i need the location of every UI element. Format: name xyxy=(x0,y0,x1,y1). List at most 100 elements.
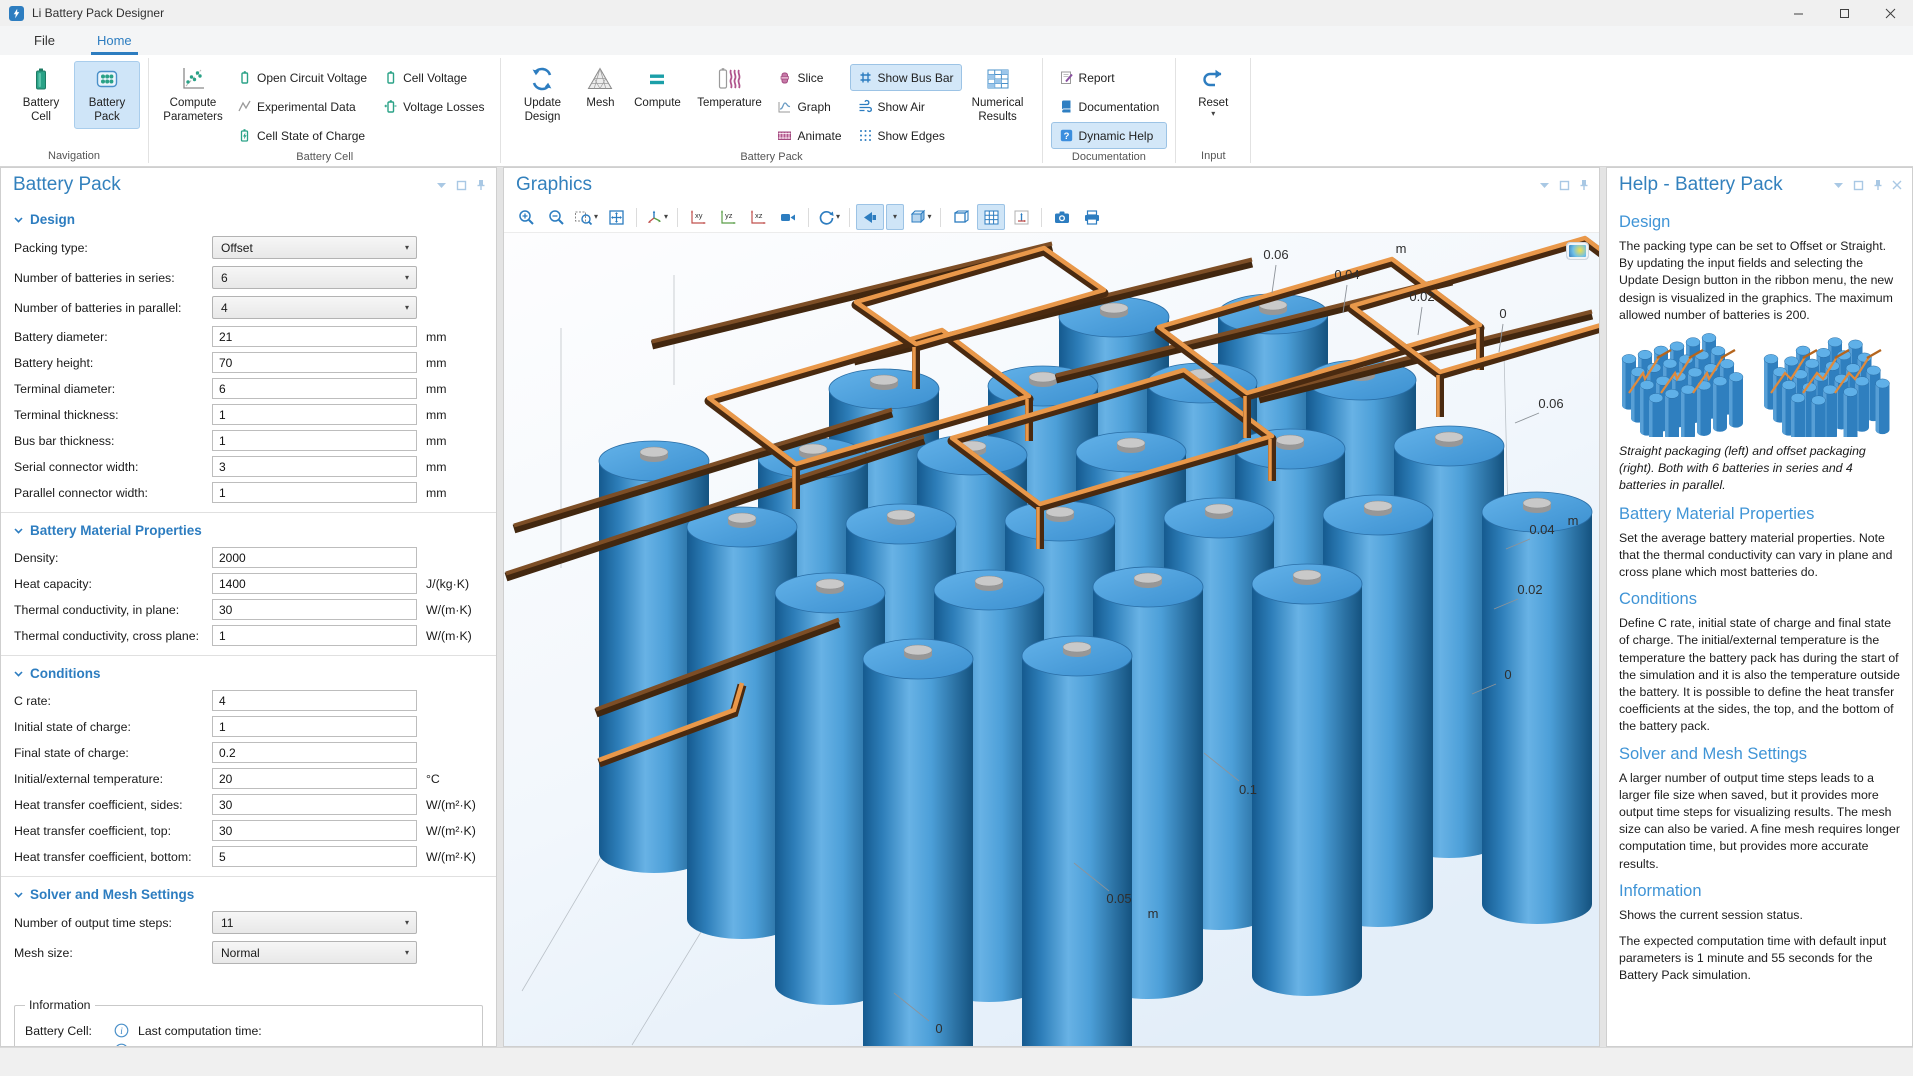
camera-view-button[interactable] xyxy=(774,204,802,230)
battery-pack-button[interactable]: Battery Pack xyxy=(74,61,140,129)
view-yz-button[interactable]: yz xyxy=(714,204,742,230)
help-heading[interactable]: Information xyxy=(1619,882,1900,901)
view-xz-button[interactable]: xz xyxy=(744,204,772,230)
panel-pin-icon[interactable] xyxy=(476,179,486,191)
compute-parameters-button[interactable]: Compute Parameters xyxy=(157,61,229,129)
numerical-results-button[interactable]: Numerical Results xyxy=(962,61,1034,129)
input-initial-external-temperature-[interactable] xyxy=(212,768,417,789)
help-heading[interactable]: Battery Material Properties xyxy=(1619,505,1900,524)
input-density-[interactable] xyxy=(212,547,417,568)
input-thermal-conductivity-in-plane-[interactable] xyxy=(212,599,417,620)
input-heat-transfer-coefficient-top-[interactable] xyxy=(212,820,417,841)
temperature-button[interactable]: Temperature xyxy=(689,61,769,114)
print-button[interactable] xyxy=(1078,204,1106,230)
show-bus-bar-button[interactable]: Show Bus Bar xyxy=(850,64,962,91)
default-view-caret-icon[interactable]: ▾ xyxy=(664,213,668,221)
open-circuit-voltage-button[interactable]: Open Circuit Voltage xyxy=(229,64,375,91)
panel-float-icon[interactable] xyxy=(1559,180,1570,191)
scene-light-button[interactable] xyxy=(856,204,884,230)
compute-button[interactable]: Compute xyxy=(625,61,689,114)
snapshot-button[interactable] xyxy=(1048,204,1076,230)
experimental-data-button[interactable]: Experimental Data xyxy=(229,93,375,120)
cell-voltage-button[interactable]: Cell Voltage xyxy=(375,64,492,91)
input-c-rate-[interactable] xyxy=(212,690,417,711)
input-battery-diameter-[interactable] xyxy=(212,326,417,347)
input-final-state-of-charge-[interactable] xyxy=(212,742,417,763)
input-initial-state-of-charge-[interactable] xyxy=(212,716,417,737)
zoom-out-button[interactable] xyxy=(542,204,570,230)
update-design-button[interactable]: Update Design xyxy=(509,61,575,129)
input-heat-transfer-coefficient-bottom-[interactable] xyxy=(212,846,417,867)
help-heading[interactable]: Solver and Mesh Settings xyxy=(1619,745,1900,764)
zoom-extents-button[interactable] xyxy=(602,204,630,230)
show-axes-button[interactable] xyxy=(1007,204,1035,230)
mesh-button[interactable]: Mesh xyxy=(575,61,625,114)
show-air-button[interactable]: Show Air xyxy=(850,93,962,120)
zoom-in-button[interactable] xyxy=(512,204,540,230)
panel-pin-icon[interactable] xyxy=(1579,179,1589,191)
dropdown-mesh-size-[interactable]: Normal▾ xyxy=(212,941,417,964)
panel-float-icon[interactable] xyxy=(456,180,467,191)
reset-caret-icon[interactable]: ▾ xyxy=(1211,110,1215,118)
panel-menu-icon[interactable] xyxy=(436,181,447,189)
dropdown-number-of-batteries-in-series-[interactable]: 6▾ xyxy=(212,266,417,289)
input-bus-bar-thickness-[interactable] xyxy=(212,430,417,451)
input-terminal-diameter-[interactable] xyxy=(212,378,417,399)
zoom-box-caret-icon[interactable]: ▾ xyxy=(594,213,598,221)
environment-button[interactable]: ▾ xyxy=(906,204,934,230)
minimize-button[interactable] xyxy=(1775,0,1821,26)
input-heat-transfer-coefficient-sides-[interactable] xyxy=(212,794,417,815)
input-heat-capacity-[interactable] xyxy=(212,573,417,594)
input-serial-connector-width-[interactable] xyxy=(212,456,417,477)
voltage-losses-button[interactable]: Voltage Losses xyxy=(375,93,492,120)
panel-close-icon[interactable] xyxy=(1892,180,1902,190)
tab-file[interactable]: File xyxy=(28,29,61,55)
chevron-down-icon: ▾ xyxy=(405,274,409,282)
default-view-button[interactable]: ▾ xyxy=(643,204,671,230)
documentation-button[interactable]: Documentation xyxy=(1051,93,1168,120)
cell-state-of-charge-button[interactable]: Cell State of Charge xyxy=(229,122,375,149)
graph-button[interactable]: Graph xyxy=(769,93,849,120)
input-battery-height-[interactable] xyxy=(212,352,417,373)
dropdown-number-of-batteries-in-parallel-[interactable]: 4▾ xyxy=(212,296,417,319)
environment-caret-icon[interactable]: ▾ xyxy=(928,213,932,221)
axis-tick-label: 0.02 xyxy=(1409,289,1434,304)
help-heading[interactable]: Design xyxy=(1619,213,1900,232)
dynamic-help-button[interactable]: ? Dynamic Help xyxy=(1051,122,1168,149)
view-xy-button[interactable]: xy xyxy=(684,204,712,230)
maximize-button[interactable] xyxy=(1821,0,1867,26)
rotate-caret-icon[interactable]: ▾ xyxy=(836,213,840,221)
input-thermal-conductivity-cross-plane-[interactable] xyxy=(212,625,417,646)
show-grid-button[interactable] xyxy=(977,204,1005,230)
show-edges-button[interactable]: Show Edges xyxy=(850,122,962,149)
battery-cell-button[interactable]: Battery Cell xyxy=(8,61,74,129)
reset-button[interactable]: Reset ▾ xyxy=(1184,61,1242,122)
plot-context-icon[interactable] xyxy=(1566,242,1589,260)
dropdown-value: Normal xyxy=(221,946,260,960)
help-heading[interactable]: Conditions xyxy=(1619,590,1900,609)
input-terminal-thickness-[interactable] xyxy=(212,404,417,425)
slice-button[interactable]: Slice xyxy=(769,64,849,91)
tab-home[interactable]: Home xyxy=(91,29,138,55)
section-heading[interactable]: Battery Material Properties xyxy=(14,523,483,538)
report-button[interactable]: Report xyxy=(1051,64,1168,91)
dropdown-number-of-output-time-steps-[interactable]: 11▾ xyxy=(212,911,417,934)
dropdown-packing-type-[interactable]: Offset▾ xyxy=(212,236,417,259)
perspective-button[interactable] xyxy=(947,204,975,230)
panel-menu-icon[interactable] xyxy=(1539,181,1550,189)
animate-button[interactable]: Animate xyxy=(769,122,849,149)
panel-pin-icon[interactable] xyxy=(1873,179,1883,191)
panel-menu-icon[interactable] xyxy=(1833,181,1844,189)
field-label: Thermal conductivity, cross plane: xyxy=(14,629,212,643)
close-button[interactable] xyxy=(1867,0,1913,26)
graphics-canvas[interactable]: 0.060.040.020m0.060.040.020m0.10.050m xyxy=(504,233,1599,1046)
scene-light-caret-button[interactable]: ▾ xyxy=(886,204,904,230)
zoom-box-button[interactable]: ▾ xyxy=(572,204,600,230)
rotate-button[interactable]: ▾ xyxy=(815,204,843,230)
unit-label: W/(m²·K) xyxy=(426,798,476,812)
section-heading[interactable]: Design xyxy=(14,212,483,227)
input-parallel-connector-width-[interactable] xyxy=(212,482,417,503)
section-heading[interactable]: Conditions xyxy=(14,666,483,681)
panel-float-icon[interactable] xyxy=(1853,180,1864,191)
section-heading[interactable]: Solver and Mesh Settings xyxy=(14,887,483,902)
